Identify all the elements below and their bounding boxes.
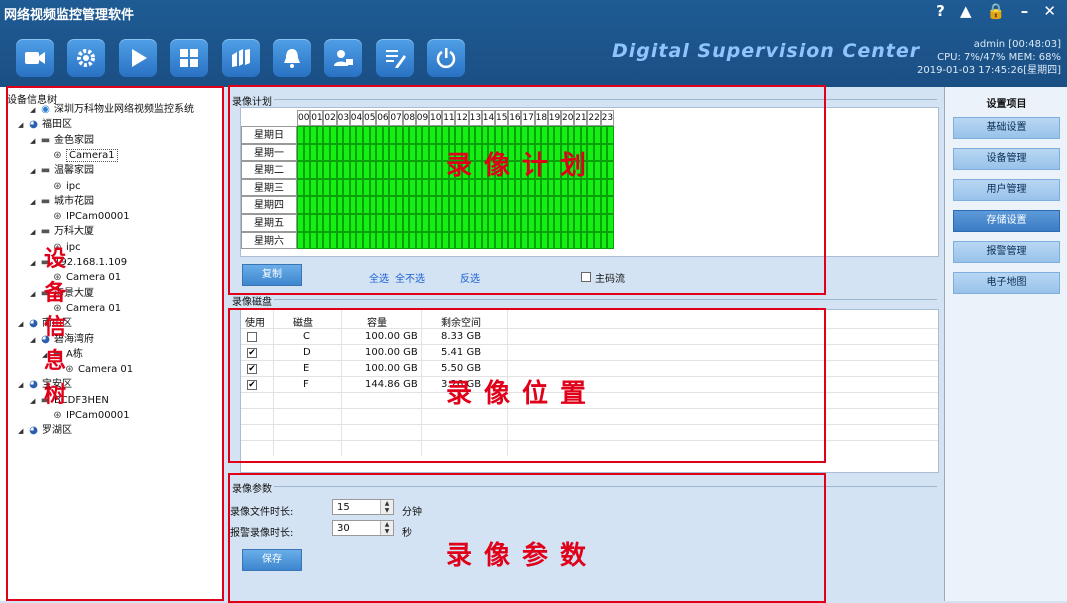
- annotation-box-params: [228, 473, 826, 603]
- settings-panel: 设置项目 基础设置设备管理用户管理存储设置报警管理电子地图: [944, 87, 1067, 601]
- gear-icon[interactable]: [67, 39, 105, 77]
- settings-item[interactable]: 电子地图: [953, 272, 1060, 294]
- device-tree-panel: 设备信息树 ◢ ◉ 深圳万科物业网络视频监控系统 ◢ ◕ 福田区 ◢ ▬ 金色家园 ⊛ Camera…: [0, 86, 224, 601]
- power-icon[interactable]: [427, 39, 465, 77]
- cpu-mem: CPU: 7%/47% MEM: 68%: [937, 52, 1061, 63]
- app-title: 网络视频监控管理软件: [4, 8, 135, 23]
- user-group-icon[interactable]: [324, 39, 362, 77]
- settings-item[interactable]: 设备管理: [953, 148, 1060, 170]
- annotation-box-tree: [6, 86, 224, 601]
- annotation-char: 备: [43, 281, 66, 306]
- annotation-box-schedule: [228, 85, 826, 295]
- camera-icon[interactable]: [16, 39, 54, 77]
- user-session: admin [00:48:03]: [973, 39, 1061, 50]
- settings-item[interactable]: 基础设置: [953, 117, 1060, 139]
- storage-settings-content: 录像计划 00 01 02 03 04 05 06 07 08 09 10 11 12 13 14 15 16 1…: [224, 85, 943, 603]
- edit-icon[interactable]: [376, 39, 414, 77]
- section-divider: [274, 299, 937, 300]
- annotation-char: 树: [43, 383, 66, 408]
- settings-item[interactable]: 报警管理: [953, 241, 1060, 263]
- settings-item[interactable]: 用户管理: [953, 179, 1060, 201]
- annotation-char: 息: [43, 349, 66, 374]
- annotation-box-disk: [228, 308, 826, 463]
- settings-title: 设置项目: [986, 99, 1027, 110]
- settings-item[interactable]: 存储设置: [953, 210, 1060, 232]
- map-icon[interactable]: [222, 39, 260, 77]
- disk-section-title: 录像磁盘: [232, 297, 272, 308]
- banner-title: Digital Supervision Center: [612, 40, 921, 62]
- annotation-tree-text: 设 备 信 息 树: [40, 243, 70, 413]
- play-icon[interactable]: [119, 39, 157, 77]
- grid-icon[interactable]: [170, 39, 208, 77]
- datetime: 2019-01-03 17:45:26[星期四]: [916, 65, 1061, 76]
- annotation-char: 信: [43, 315, 66, 340]
- title-bar: 网络视频监控管理软件 ? ▲ 🔒 – ✕ Digital Supervision…: [0, 0, 1067, 87]
- window-controls[interactable]: ? ▲ 🔒 – ✕: [936, 2, 1061, 20]
- annotation-char: 设: [43, 247, 66, 272]
- system-info: admin [00:48:03] CPU: 7%/47% MEM: 68% 20…: [917, 38, 1061, 77]
- bell-icon[interactable]: [273, 39, 311, 77]
